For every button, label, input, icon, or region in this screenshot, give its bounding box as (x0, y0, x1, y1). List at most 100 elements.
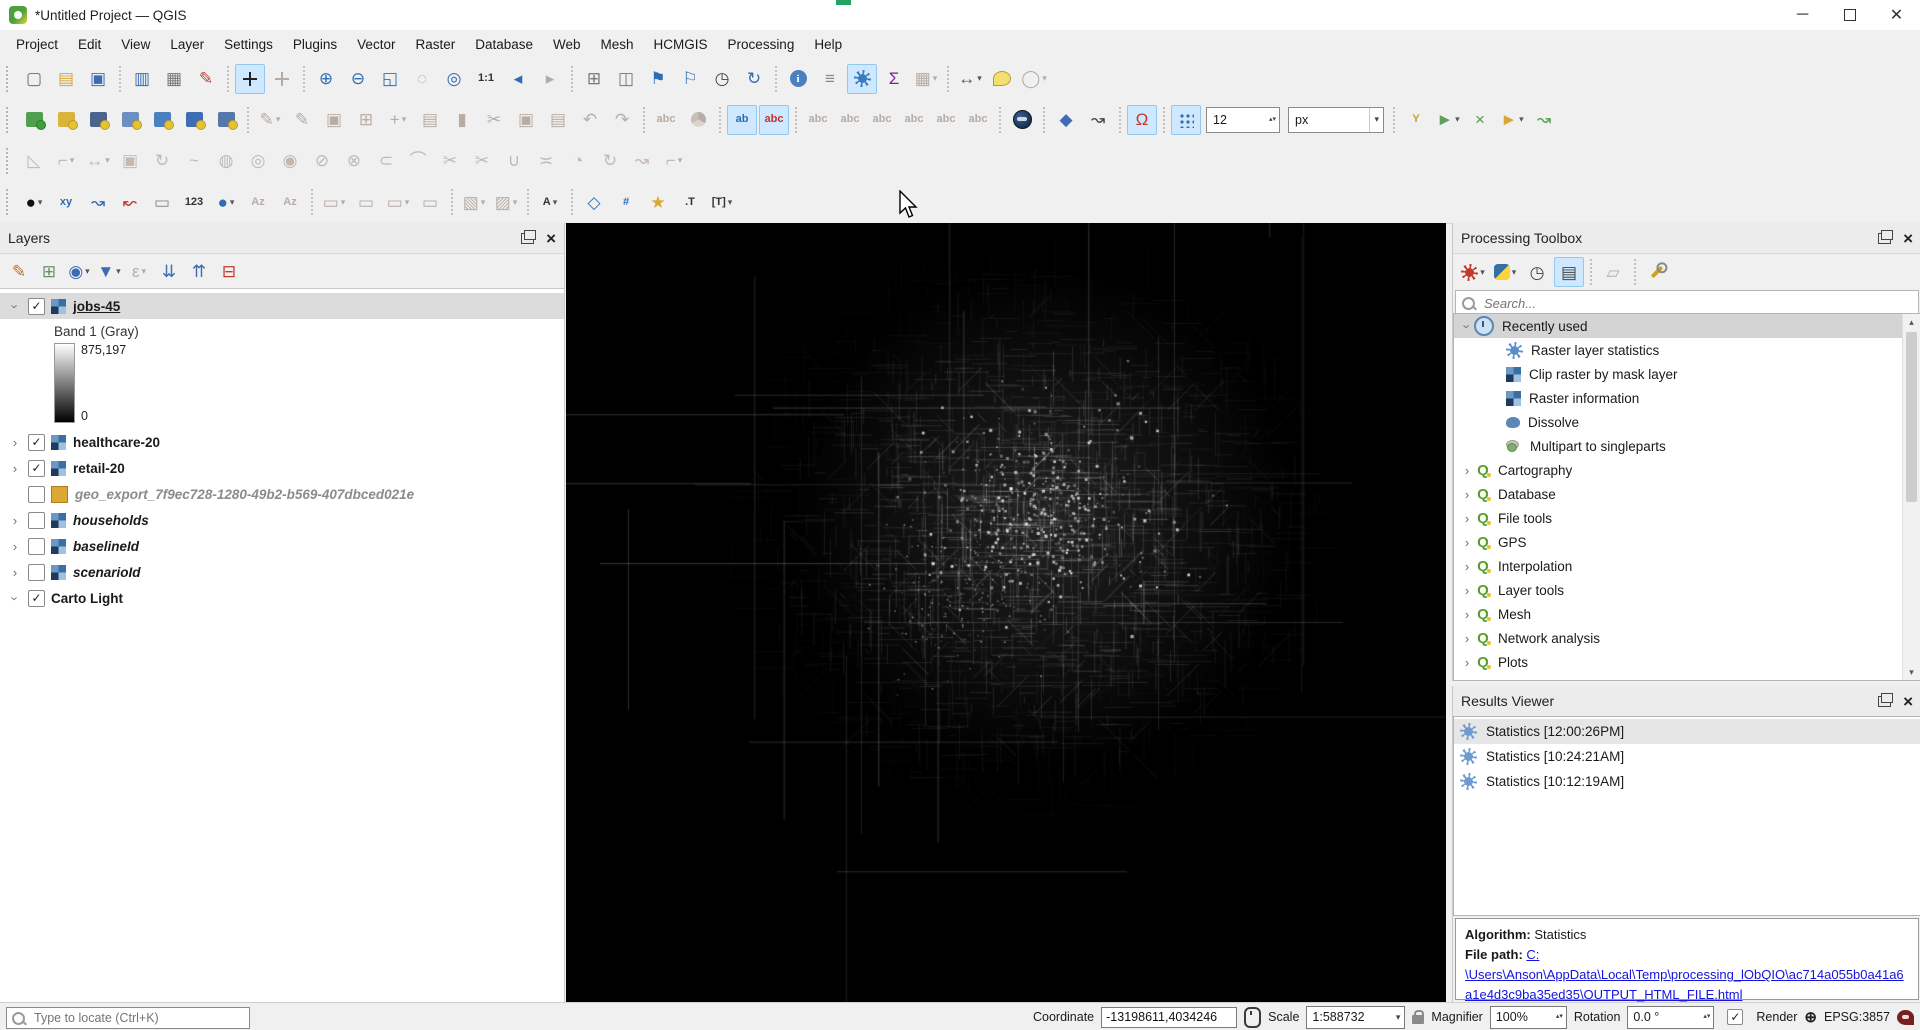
toolbox-algorithm-row[interactable]: Raster information (1454, 386, 1920, 410)
new-virtual-layer-button[interactable] (211, 105, 241, 135)
toolbox-group-gps[interactable]: ›QGPS (1454, 530, 1920, 554)
filter-legend-button[interactable]: ▼▾ (95, 257, 123, 285)
statistical-summary-button[interactable]: ≡ (815, 64, 845, 94)
bookmark-arrow-plugin-button[interactable]: ►▾ (1497, 105, 1527, 135)
rotation-spinbox[interactable]: 0.0 ° ▴▾ (1627, 1006, 1714, 1029)
chevron-right-icon[interactable]: › (1460, 463, 1474, 478)
toolbox-group-file-tools[interactable]: ›QFile tools (1454, 506, 1920, 530)
maximize-button[interactable] (1826, 0, 1873, 30)
chevron-down-icon[interactable]: › (8, 299, 23, 313)
open-layer-styling-button[interactable]: ✎ (5, 257, 33, 285)
menu-raster[interactable]: Raster (405, 33, 465, 56)
chevron-right-icon[interactable]: › (1460, 655, 1474, 670)
float-panel-icon[interactable] (1878, 696, 1891, 707)
menu-settings[interactable]: Settings (214, 33, 283, 56)
menu-project[interactable]: Project (6, 33, 68, 56)
scroll-down-icon[interactable]: ▾ (1909, 664, 1914, 680)
new-print-layout-button[interactable]: ▥ (127, 64, 157, 94)
options-button[interactable] (1642, 257, 1672, 287)
layer-row[interactable]: ›jobs-45 (0, 293, 564, 319)
layer-row[interactable]: ›households (0, 507, 564, 533)
snapping-magnet-button[interactable]: Ω (1127, 105, 1157, 135)
layer-labeling-button[interactable]: ab (727, 105, 757, 135)
layer-visibility-checkbox[interactable] (28, 564, 45, 581)
layer-visibility-checkbox[interactable] (28, 512, 45, 529)
layer-visibility-checkbox[interactable] (28, 486, 45, 503)
float-panel-icon[interactable] (521, 233, 534, 244)
blob-symbol-tool-button[interactable]: ●▾ (211, 187, 241, 217)
crs-globe-icon[interactable]: ⊕ (1804, 1008, 1817, 1026)
spinner-arrows-icon[interactable]: ▴▾ (1553, 1014, 1566, 1020)
chevron-down-icon[interactable]: › (1460, 319, 1475, 333)
close-panel-icon[interactable]: × (1903, 693, 1913, 710)
regular-point-tool-button[interactable]: xy (51, 187, 81, 217)
style-manager-button[interactable]: ✎ (191, 64, 221, 94)
chevron-down-icon[interactable]: › (8, 591, 23, 605)
mouse-extents-icon[interactable] (1244, 1007, 1261, 1028)
float-panel-icon[interactable] (1878, 233, 1891, 244)
measure-line-button[interactable]: ↔▾ (955, 64, 985, 94)
toolbox-group-recently-used[interactable]: ›Recently used (1454, 314, 1920, 338)
pointer-plugin-button[interactable]: ►▾ (1433, 105, 1463, 135)
layer-row[interactable]: geo_export_7f9ec728-1280-49b2-b569-407db… (0, 481, 564, 507)
models-button[interactable]: ▾ (1458, 257, 1488, 287)
new-memory-layer-button[interactable] (147, 105, 177, 135)
form-annotation-button[interactable]: ◇ (579, 187, 609, 217)
toolbox-group-cartography[interactable]: ›QCartography (1454, 458, 1920, 482)
menu-plugins[interactable]: Plugins (283, 33, 347, 56)
text-point-tool-button[interactable]: .T (675, 187, 705, 217)
zoom-native-button[interactable]: 1:1 (471, 64, 501, 94)
zoom-to-layer-button[interactable]: ◎ (439, 64, 469, 94)
menu-layer[interactable]: Layer (160, 33, 214, 56)
collapse-all-button[interactable]: ⇈ (185, 257, 213, 285)
map-tips-button[interactable] (987, 64, 1017, 94)
layer-row[interactable]: ›retail-20 (0, 455, 564, 481)
spinner-arrows-icon[interactable]: ▴▾ (1700, 1014, 1713, 1020)
layer-row[interactable]: ›baselineId (0, 533, 564, 559)
chevron-right-icon[interactable]: › (1460, 583, 1474, 598)
compound-curve-tool-button[interactable]: ↜ (115, 187, 145, 217)
new-project-button[interactable]: ▢ (19, 64, 49, 94)
new-temporary-scratch-layer-button[interactable] (115, 105, 145, 135)
scroll-up-icon[interactable]: ▴ (1909, 314, 1914, 330)
result-row[interactable]: Statistics [12:00:26PM] (1454, 719, 1920, 744)
new-spatial-bookmark-button[interactable]: ⚑ (643, 64, 673, 94)
layer-visibility-checkbox[interactable] (28, 434, 45, 451)
zoom-in-button[interactable]: ⊕ (311, 64, 341, 94)
file-path-link[interactable]: \Users\Anson\AppData\Local\Temp\processi… (1465, 967, 1904, 1002)
chevron-right-icon[interactable]: › (8, 539, 22, 554)
result-row[interactable]: Statistics [10:24:21AM] (1454, 744, 1920, 769)
close-panel-icon[interactable]: × (546, 230, 556, 247)
units-combo-button[interactable]: px▾ (1285, 105, 1387, 135)
menu-processing[interactable]: Processing (718, 33, 805, 56)
file-path-drive-link[interactable]: C: (1526, 947, 1539, 962)
render-checkbox[interactable] (1727, 1009, 1743, 1025)
layer-diagram-button[interactable]: abc (759, 105, 789, 135)
locator-input[interactable] (32, 1010, 244, 1026)
add-group-button[interactable]: ⊞ (35, 257, 63, 285)
toolbox-algorithm-row[interactable]: Raster layer statistics (1454, 338, 1920, 362)
chevron-right-icon[interactable]: › (8, 513, 22, 528)
manage-map-themes-button[interactable]: ◉▾ (65, 257, 93, 285)
toolbox-group-interpolation[interactable]: ›QInterpolation (1454, 554, 1920, 578)
menu-hcmgis[interactable]: HCMGIS (644, 33, 718, 56)
menu-help[interactable]: Help (804, 33, 852, 56)
show-layout-manager-button[interactable]: ▦ (159, 64, 189, 94)
toolbar-drag-handle[interactable] (6, 66, 14, 92)
layer-row[interactable]: ›scenarioId (0, 559, 564, 585)
ellipse-tool-button[interactable]: ●▾ (19, 187, 49, 217)
chevron-right-icon[interactable]: › (1460, 511, 1474, 526)
menu-vector[interactable]: Vector (347, 33, 405, 56)
new-shapefile-layer-button[interactable] (51, 105, 81, 135)
layer-row[interactable]: ›Carto Light (0, 585, 564, 611)
star-annotation-button[interactable]: ★ (643, 187, 673, 217)
map-canvas[interactable] (566, 223, 1446, 1002)
freehand-plugin-button[interactable]: ↝ (1529, 105, 1559, 135)
messages-balloon-icon[interactable] (1897, 1010, 1914, 1025)
expand-all-button[interactable]: ⇊ (155, 257, 183, 285)
toolbox-group-mesh[interactable]: ›QMesh (1454, 602, 1920, 626)
toolbox-algorithm-row[interactable]: Dissolve (1454, 410, 1920, 434)
new-geopackage-layer-button[interactable] (19, 105, 49, 135)
qms-search-button[interactable] (1007, 105, 1037, 135)
results-viewer-toggle-button[interactable]: ▤ (1554, 257, 1584, 287)
